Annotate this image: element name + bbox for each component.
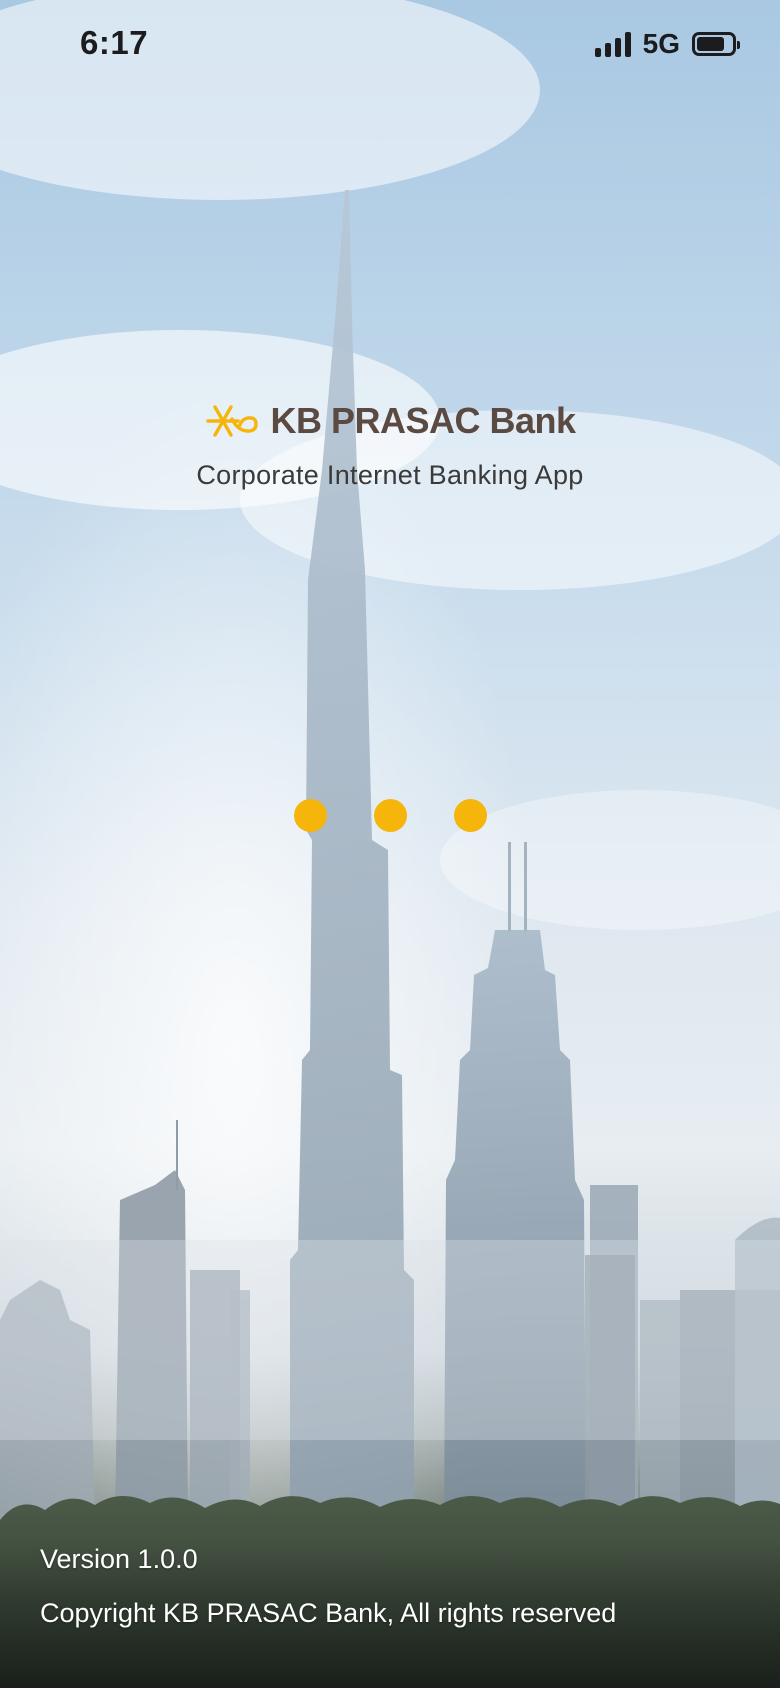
status-bar: 6:17 5G [0, 0, 780, 90]
battery-icon [692, 32, 740, 56]
battery-level-fill [697, 37, 724, 51]
loading-dot [373, 799, 407, 832]
status-indicators: 5G [594, 28, 740, 60]
brand-header: KB PRASAC Bank Corporate Internet Bankin… [0, 400, 780, 491]
loading-dot [453, 799, 487, 832]
copyright-label: Copyright KB PRASAC Bank, All rights res… [40, 1598, 617, 1628]
app-subtitle: Corporate Internet Banking App [196, 460, 584, 490]
network-type-label: 5G [642, 28, 680, 59]
loading-indicator [0, 799, 780, 833]
status-time: 6:17 [80, 24, 149, 61]
kb-star-logo-icon [206, 405, 259, 437]
loading-dot [293, 799, 327, 832]
city-skyline-background [0, 0, 780, 1688]
splash-screen: 6:17 5G KB PRASAC Bank Corporate Interne… [0, 0, 780, 1688]
version-label: Version 1.0.0 [40, 1544, 198, 1574]
brand-logo-row: KB PRASAC Bank [204, 400, 576, 442]
signal-icon [594, 31, 631, 57]
bank-name: KB PRASAC Bank [270, 400, 576, 441]
footer: Version 1.0.0 Copyright KB PRASAC Bank, … [40, 1540, 740, 1632]
